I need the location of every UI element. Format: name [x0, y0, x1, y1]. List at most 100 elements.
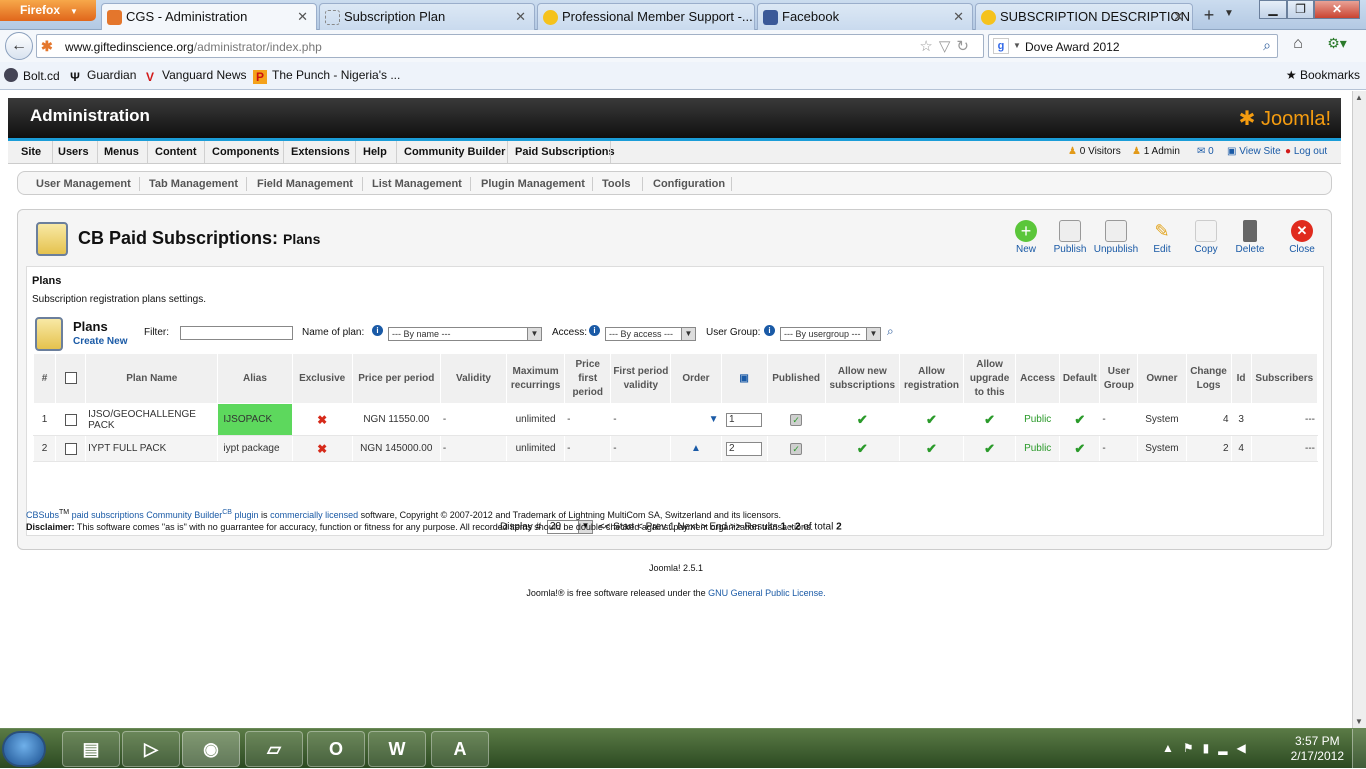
plugin-link[interactable]: plugin [235, 510, 259, 520]
bookmark-vanguard[interactable]: V Vanguard News [143, 68, 247, 84]
tab-subscription-plan[interactable]: Subscription Plan ✕ [319, 3, 535, 30]
action-center-icon[interactable]: ⚑ [1183, 741, 1203, 755]
toolbar-close-button[interactable]: ✕ Close [1280, 216, 1324, 262]
move-up-icon[interactable]: ▲ [691, 443, 701, 454]
bookmark-star-icon[interactable]: ☆ [919, 38, 938, 55]
submenu-field-management[interactable]: Field Management [257, 178, 353, 190]
close-icon[interactable]: ✕ [297, 9, 308, 25]
tab-subscription-description[interactable]: SUBSCRIPTION DESCRIPTION ... ✕ [975, 3, 1193, 30]
reload-icon[interactable]: ↻ [956, 38, 975, 55]
power-icon[interactable]: ▮ [1203, 741, 1219, 755]
save-order-icon[interactable]: ▣ [739, 373, 748, 384]
explorer-icon[interactable]: ▤ [62, 731, 120, 767]
info-icon[interactable]: i [764, 325, 775, 336]
show-desktop-button[interactable] [1352, 729, 1366, 769]
subscribers-link[interactable]: --- [1250, 403, 1319, 436]
submenu-list-management[interactable]: List Management [372, 178, 462, 190]
submenu-tab-management[interactable]: Tab Management [149, 178, 238, 190]
submenu-user-management[interactable]: User Management [36, 178, 131, 190]
commercially-licensed-link[interactable]: commercially licensed [270, 510, 358, 520]
menu-site[interactable]: Site [21, 146, 41, 158]
check-icon[interactable]: ✔ [1074, 441, 1085, 456]
window-close-button[interactable]: ✕ [1314, 0, 1360, 19]
subscribers-link[interactable]: --- [1250, 435, 1319, 462]
vertical-scrollbar[interactable]: ▲ ▼ [1352, 91, 1366, 728]
list-all-tabs-icon[interactable]: ▼ [1224, 8, 1234, 19]
cross-icon[interactable]: ✖ [317, 442, 327, 456]
toolbar-unpublish-button[interactable]: Unpublish [1092, 216, 1140, 262]
joomla-link[interactable]: Joomla!® [526, 588, 564, 598]
check-icon[interactable]: ✔ [857, 412, 868, 427]
close-icon[interactable]: ✕ [515, 9, 526, 25]
toolbar-publish-button[interactable]: Publish [1048, 216, 1092, 262]
search-bar[interactable]: g ▼ Dove Award 2012 ⌕ [988, 34, 1278, 58]
network-icon[interactable]: ▂ [1218, 741, 1236, 755]
new-tab-button[interactable]: + [1196, 4, 1222, 28]
toolbar-copy-button[interactable]: Copy [1184, 216, 1228, 262]
url-bar[interactable]: ✱ www.giftedinscience.org/administrator/… [36, 34, 984, 58]
tab-facebook[interactable]: Facebook ✕ [757, 3, 973, 30]
submenu-plugin-management[interactable]: Plugin Management [481, 178, 585, 190]
logout-link[interactable]: ● Log out [1285, 146, 1327, 157]
published-icon[interactable]: ✓ [790, 413, 803, 426]
col-plan-name[interactable]: Plan Name [85, 353, 219, 404]
plan-access[interactable]: Public [1015, 403, 1061, 436]
close-icon[interactable]: ✕ [1173, 9, 1184, 25]
col-order[interactable]: Order [670, 353, 722, 404]
published-icon[interactable]: ✓ [790, 442, 803, 455]
word-icon[interactable]: W [368, 731, 426, 767]
order-input[interactable]: 2 [726, 441, 763, 456]
bookmarks-menu-button[interactable]: ★ Bookmarks [1286, 68, 1360, 82]
bookmark-bolt[interactable]: Bolt.cd [4, 68, 60, 83]
paid-subscriptions-link[interactable]: paid subscriptions [72, 510, 144, 520]
community-builder-link[interactable]: Community Builder [146, 510, 222, 520]
row-checkbox[interactable] [64, 442, 77, 455]
name-select[interactable]: --- By name --- ▼ [388, 327, 542, 341]
search-icon[interactable]: ⌕ [887, 324, 894, 339]
plan-name-link[interactable]: IYPT FULL PACK [85, 435, 219, 462]
move-down-icon[interactable]: ▼ [709, 414, 719, 425]
maximize-button[interactable]: ❐ [1287, 0, 1314, 19]
check-icon[interactable]: ✔ [984, 441, 995, 456]
access-select[interactable]: --- By access --- ▼ [605, 327, 696, 341]
gpl-link[interactable]: GNU General Public License. [708, 588, 826, 598]
menu-extensions[interactable]: Extensions [291, 146, 350, 158]
search-engine-dropdown-icon[interactable]: ▼ [1013, 41, 1021, 50]
messages-status[interactable]: ✉ 0 [1197, 146, 1214, 157]
start-button[interactable] [2, 731, 46, 767]
toolbar-new-button[interactable]: + New [1004, 216, 1048, 262]
row-checkbox[interactable] [64, 413, 77, 426]
plan-access[interactable]: Public [1015, 435, 1061, 462]
toolbar-edit-button[interactable]: ✎ Edit [1140, 216, 1184, 262]
bookmark-punch[interactable]: P The Punch - Nigeria's ... [253, 68, 400, 84]
info-icon[interactable]: i [589, 325, 600, 336]
order-input[interactable]: 1 [726, 412, 763, 427]
search-input[interactable]: Dove Award 2012 [1025, 40, 1120, 54]
col-alias[interactable]: Alias [217, 353, 293, 404]
minimize-button[interactable]: ▁ [1259, 0, 1287, 19]
change-logs-link[interactable]: 2 [1185, 435, 1232, 462]
show-hidden-icons[interactable]: ▲ [1162, 741, 1183, 755]
select-all-checkbox[interactable] [64, 371, 77, 384]
submenu-configuration[interactable]: Configuration [653, 178, 725, 190]
history-dropdown-icon[interactable]: ▽ [939, 38, 957, 55]
cross-icon[interactable]: ✖ [317, 413, 327, 427]
firefox-menu-button[interactable]: Firefox ▼ [0, 0, 96, 21]
google-icon[interactable]: g [993, 38, 1009, 54]
info-icon[interactable]: i [372, 325, 383, 336]
volume-icon[interactable]: ◀ [1237, 741, 1255, 755]
back-button[interactable]: ← [5, 32, 33, 60]
view-site-link[interactable]: ▣ View Site [1227, 146, 1281, 157]
addon-icon[interactable]: ⚙▾ [1320, 35, 1354, 57]
submenu-tools[interactable]: Tools [602, 178, 631, 190]
change-logs-link[interactable]: 4 [1185, 403, 1232, 436]
clock[interactable]: 3:57 PM 2/17/2012 [1291, 734, 1344, 764]
cbsubs-link[interactable]: CBSubs [26, 510, 59, 520]
menu-help[interactable]: Help [363, 146, 387, 158]
menu-paid-subscriptions[interactable]: Paid Subscriptions [515, 146, 615, 158]
tab-professional-member-support[interactable]: Professional Member Support -... [537, 3, 755, 30]
create-new-link[interactable]: Create New [73, 336, 127, 347]
adobe-reader-icon[interactable]: A [431, 731, 489, 767]
tab-cgs-administration[interactable]: CGS - Administration ✕ [101, 3, 317, 31]
media-player-icon[interactable]: ▷ [122, 731, 180, 767]
